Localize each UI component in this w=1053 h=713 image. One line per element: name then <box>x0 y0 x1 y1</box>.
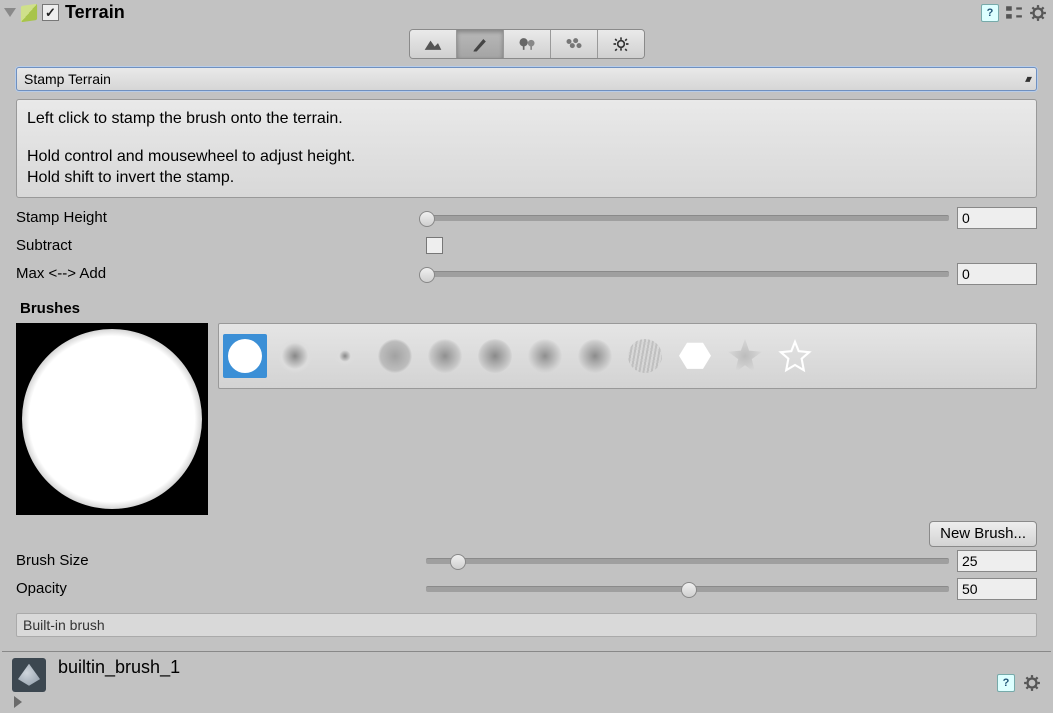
tool-help: Left click to stamp the brush onto the t… <box>16 99 1037 198</box>
mode-settings[interactable] <box>598 30 644 58</box>
dropdown-value: Stamp Terrain <box>24 71 111 87</box>
brush-swatch-11[interactable] <box>773 334 817 378</box>
mode-trees[interactable] <box>504 30 551 58</box>
inspector-header: Terrain ? <box>0 0 1053 27</box>
help-line: Hold control and mousewheel to adjust he… <box>27 146 1026 168</box>
component-title: Terrain <box>65 2 125 23</box>
opacity-slider[interactable] <box>426 586 949 592</box>
brush-swatch-1[interactable] <box>273 334 317 378</box>
brush-swatch-4[interactable] <box>423 334 467 378</box>
help-line: Hold shift to invert the stamp. <box>27 167 1026 189</box>
expand-asset-toggle[interactable] <box>14 696 22 708</box>
brush-palette <box>218 323 1037 389</box>
gear-icon[interactable] <box>1029 4 1047 22</box>
opacity-field[interactable]: 50 <box>957 578 1037 600</box>
help-line: Left click to stamp the brush onto the t… <box>27 108 1026 130</box>
brush-swatch-5[interactable] <box>473 334 517 378</box>
brush-size-label: Brush Size <box>16 552 426 569</box>
brush-swatch-6[interactable] <box>523 334 567 378</box>
terrain-tool-dropdown[interactable]: Stamp Terrain ▴▾ <box>16 67 1037 91</box>
brush-swatch-3[interactable] <box>373 334 417 378</box>
subtract-checkbox[interactable] <box>426 237 443 254</box>
mode-details[interactable] <box>551 30 598 58</box>
collapse-toggle[interactable] <box>4 8 16 17</box>
chevron-down-icon: ▴▾ <box>1025 74 1029 85</box>
asset-preview-footer: builtin_brush_1 ? <box>2 651 1051 710</box>
unity-icon <box>12 658 46 692</box>
gear-icon[interactable] <box>1023 674 1041 692</box>
brush-swatch-10[interactable] <box>723 334 767 378</box>
enable-checkbox[interactable] <box>42 4 59 21</box>
brush-swatch-2[interactable] <box>323 334 367 378</box>
brush-swatch-9[interactable] <box>673 334 717 378</box>
terrain-mode-toolbar <box>0 29 1053 59</box>
brush-swatch-0[interactable] <box>223 334 267 378</box>
brush-preview <box>16 323 208 515</box>
stamp-height-slider[interactable] <box>426 215 949 221</box>
max-add-slider[interactable] <box>426 271 949 277</box>
stamp-height-field[interactable]: 0 <box>957 207 1037 229</box>
preset-icon[interactable] <box>1005 4 1023 22</box>
max-add-field[interactable]: 0 <box>957 263 1037 285</box>
opacity-label: Opacity <box>16 580 426 597</box>
terrain-icon <box>21 3 37 21</box>
brush-swatch-8[interactable] <box>623 334 667 378</box>
brush-info-label: Built-in brush <box>16 613 1037 637</box>
asset-name: builtin_brush_1 <box>58 657 180 678</box>
max-add-label: Max <--> Add <box>16 265 426 282</box>
stamp-height-label: Stamp Height <box>16 209 426 226</box>
brush-size-slider[interactable] <box>426 558 949 564</box>
brush-size-field[interactable]: 25 <box>957 550 1037 572</box>
subtract-label: Subtract <box>16 237 426 254</box>
mode-paint[interactable] <box>457 30 504 58</box>
help-icon[interactable]: ? <box>981 4 999 22</box>
mode-raise-lower[interactable] <box>410 30 457 58</box>
help-icon[interactable]: ? <box>997 674 1015 692</box>
new-brush-button[interactable]: New Brush... <box>929 521 1037 547</box>
brush-swatch-7[interactable] <box>573 334 617 378</box>
brushes-heading: Brushes <box>16 288 1037 323</box>
